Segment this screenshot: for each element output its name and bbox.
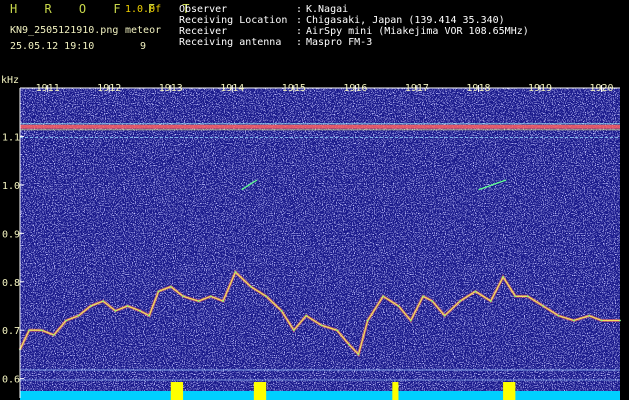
drift-trace-point — [542, 305, 544, 307]
drift-trace-point — [348, 343, 351, 346]
drift-trace-point — [52, 334, 55, 336]
drift-trace-point — [474, 290, 477, 293]
x-tick-label: 1911 — [36, 83, 60, 94]
drift-trace-point — [209, 295, 212, 298]
x-tick-label: 1919 — [528, 83, 552, 94]
meteor-echo-2 — [253, 382, 267, 400]
drift-trace-point — [197, 300, 200, 303]
drift-trace-point — [265, 295, 268, 298]
x-tick-label: 1920 — [589, 83, 613, 94]
drift-trace-point — [514, 295, 517, 298]
drift-trace-point — [65, 319, 68, 322]
x-tick-label: 1915 — [282, 83, 306, 94]
y-tick-label: 1.1 — [2, 132, 20, 143]
drift-trace-point — [139, 309, 141, 312]
drift-trace-point — [422, 295, 424, 298]
y-tick-label: 1.0 — [2, 181, 20, 192]
drift-trace-point — [619, 319, 621, 322]
drift-trace-point — [102, 300, 104, 303]
x-tick-label: 1914 — [220, 83, 244, 94]
drift-trace-point — [336, 329, 338, 332]
drift-trace-point — [114, 309, 117, 312]
drift-trace-point — [489, 300, 492, 303]
drift-trace-point — [182, 295, 184, 298]
x-tick-label: 1917 — [405, 83, 429, 94]
drift-trace-point — [222, 300, 224, 303]
drift-trace-point — [382, 295, 384, 298]
carrier-band — [20, 124, 620, 129]
drift-trace-point — [89, 305, 92, 307]
drift-trace-point — [397, 305, 400, 307]
x-tick-label: 1913 — [159, 83, 183, 94]
drift-trace-point — [169, 285, 172, 288]
drift-trace-point — [502, 276, 504, 278]
hroft-window: H R O F F T 1.0.0f KN9_2505121910.png me… — [0, 0, 629, 400]
spectrogram-chart: 1911 1912 1913 1914 1915 1916 1917 1918 1919 1920… — [1, 75, 621, 400]
drift-trace-point — [526, 295, 529, 298]
drift-trace-point — [157, 290, 160, 293]
drift-trace-point — [431, 300, 434, 303]
y-tick-label: 0.8 — [2, 278, 20, 289]
timing-strip — [20, 391, 620, 400]
drift-trace-point — [572, 319, 575, 322]
drift-trace-point — [148, 314, 151, 317]
meteor-echo-4 — [503, 382, 516, 400]
drift-trace-point — [588, 314, 591, 317]
drift-trace-point — [28, 329, 31, 332]
x-tick-label: 1916 — [343, 83, 367, 94]
drift-trace-point — [305, 314, 308, 317]
noise-speckle — [20, 88, 620, 398]
drift-trace-point — [600, 319, 603, 322]
x-tick-label: 1918 — [466, 83, 490, 94]
drift-trace-point — [234, 271, 237, 273]
drift-trace-point — [280, 309, 283, 312]
drift-trace-point — [366, 319, 369, 322]
drift-trace-point — [126, 305, 129, 307]
drift-trace-point — [459, 300, 461, 303]
y-tick-label: 0.7 — [2, 326, 20, 337]
y-tick-label: 0.9 — [2, 229, 20, 240]
drift-trace-point — [40, 329, 43, 332]
meteor-echo-3 — [392, 382, 399, 400]
drift-trace-point — [292, 329, 295, 332]
drift-trace-point — [443, 314, 446, 317]
drift-trace-point — [249, 285, 252, 288]
drift-trace-point — [320, 324, 323, 327]
drift-trace-point — [409, 319, 412, 322]
drift-trace-point — [357, 353, 360, 356]
y-tick-label: 0.6 — [2, 375, 20, 386]
plot-layer — [18, 88, 621, 400]
drift-trace-point — [77, 314, 80, 317]
y-axis-label: kHz — [1, 75, 19, 86]
meteor-echo-1 — [170, 382, 184, 400]
drift-trace-point — [557, 314, 560, 317]
x-tick-label: 1912 — [97, 83, 121, 94]
